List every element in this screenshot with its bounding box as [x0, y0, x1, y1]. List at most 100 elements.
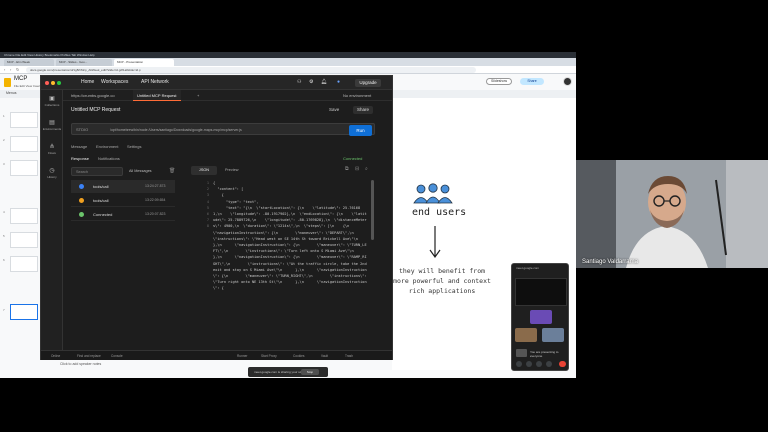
url-field[interactable]: docs.google.com/presentation/d/1g8rhMcp_… — [26, 67, 476, 73]
workspaces-menu[interactable]: Workspaces — [101, 79, 128, 85]
command-text[interactable]: /opt/homebrew/bin/node /Users/santiago/D… — [110, 124, 330, 136]
share-button[interactable]: Share — [353, 106, 373, 114]
microphone-icon[interactable] — [516, 361, 522, 367]
vault-button[interactable]: Vault — [321, 351, 328, 361]
trash-button[interactable]: Trash — [345, 351, 353, 361]
slide-number: 1 — [3, 114, 5, 118]
camera-icon[interactable] — [526, 361, 532, 367]
search-icon[interactable]: ⌕ — [365, 166, 368, 172]
slide-thumbnail[interactable] — [10, 136, 38, 152]
slide-thumbnail[interactable] — [10, 112, 38, 128]
sidebar-item-flows[interactable]: ⋔ Flows — [41, 144, 63, 155]
slide-number: 2 — [3, 138, 5, 142]
presenting-status: You are presenting to everyone — [530, 350, 559, 358]
slide-thumbnail[interactable] — [10, 232, 38, 248]
settings-icon[interactable]: ⚙ — [309, 79, 313, 85]
view-json-tab[interactable]: JSON — [191, 166, 217, 175]
run-button[interactable]: Run — [349, 125, 372, 136]
console-button[interactable]: Console — [111, 351, 123, 361]
request-title[interactable]: Untitled MCP Request — [71, 107, 120, 113]
sidebar-item-label: Environments — [42, 127, 62, 131]
invite-icon[interactable]: ⚇ — [297, 79, 301, 85]
transport-selector[interactable]: STDIO — [76, 124, 88, 136]
search-input[interactable]: Search — [71, 167, 123, 176]
slides-logo-icon[interactable] — [4, 78, 11, 87]
online-status[interactable]: Online — [51, 351, 60, 361]
screen-share-text: meet.google.com is sharing your screen — [254, 370, 308, 374]
copy-icon[interactable]: ⧉ — [345, 166, 349, 172]
tab-response[interactable]: Response — [71, 156, 89, 161]
list-item[interactable]: Connected 13:20:07.823 — [71, 208, 175, 221]
home-link[interactable]: Home — [81, 79, 94, 85]
cookies-button[interactable]: Cookies — [293, 351, 305, 361]
environment-selector[interactable]: No environment — [339, 90, 375, 101]
find-replace-button[interactable]: Find and replace — [77, 351, 101, 361]
forward-icon[interactable]: › — [10, 68, 14, 72]
participant-tile[interactable] — [515, 328, 537, 342]
end-users-label: end users — [412, 207, 467, 218]
meet-mini-window: meet.google.com You are presenting to ev… — [511, 263, 569, 371]
flows-icon: ⋔ — [49, 144, 55, 150]
slide-number: 4 — [3, 210, 5, 214]
back-icon[interactable]: ‹ — [4, 68, 8, 72]
notifications-icon[interactable]: 🔔︎ — [321, 79, 327, 85]
request-tabs: https://crumbs.google.co Untitled MCP Re… — [63, 90, 392, 101]
connection-status: Connected — [343, 156, 363, 161]
slideshow-button[interactable]: Slideshow — [486, 78, 512, 85]
slide-thumbnail[interactable] — [10, 256, 38, 272]
close-window-icon[interactable] — [45, 81, 49, 85]
menus-button[interactable]: Menus — [6, 91, 17, 95]
scrollbar[interactable] — [371, 180, 374, 240]
more-options-icon[interactable] — [546, 361, 552, 367]
slide-thumbnail[interactable] — [10, 208, 38, 224]
view-preview-tab[interactable]: Preview — [225, 166, 239, 175]
filter-icon[interactable]: ⊟ — [355, 166, 359, 172]
outgoing-message-icon — [79, 184, 84, 189]
document-title[interactable]: MCP — [14, 76, 27, 82]
request-tab-active[interactable]: Untitled MCP Request — [133, 90, 181, 101]
message-name: Connected — [93, 212, 113, 217]
slide-thumbnail[interactable] — [10, 160, 38, 176]
participant-tile[interactable] — [542, 328, 564, 342]
start-proxy-button[interactable]: Start Proxy — [261, 351, 277, 361]
list-item[interactable]: tools/call 13:22:09.654 — [71, 194, 175, 207]
slide-thumbnail-active[interactable] — [10, 304, 38, 320]
new-tab-icon[interactable]: + — [193, 90, 203, 101]
command-input[interactable]: STDIO /opt/homebrew/bin/node /Users/sant… — [71, 123, 375, 135]
trash-icon[interactable]: 🗑︎ — [169, 167, 175, 176]
tab-environment[interactable]: Environment — [96, 144, 118, 149]
message-filter-select[interactable]: All Messages — [129, 167, 152, 176]
save-button[interactable]: Save — [329, 107, 339, 112]
response-json[interactable]: { "content": [ { "type": "text", "text":… — [213, 180, 367, 348]
upgrade-button[interactable]: Upgrade — [355, 79, 381, 87]
sidebar-item-history[interactable]: ◷ History — [41, 168, 63, 179]
runner-button[interactable]: Runner — [237, 351, 247, 361]
slide-number: 3 — [3, 162, 5, 166]
participant-tile[interactable] — [530, 310, 552, 324]
list-item[interactable]: tools/call 13:24:27.873 — [71, 180, 175, 193]
minimize-window-icon[interactable] — [51, 81, 55, 85]
sidebar-item-environments[interactable]: ▤ Environments — [41, 120, 63, 131]
postman-sidebar: ▣ Collections ▤ Environments ⋔ Flows ◷ H… — [41, 90, 63, 360]
stop-sharing-button[interactable]: Stop — [301, 369, 319, 375]
speaker-notes-placeholder: Click to add speaker notes — [60, 362, 102, 366]
profile-icon[interactable]: ● — [337, 79, 340, 85]
browser-tab[interactable]: MCP - Slides - Goo... — [56, 59, 112, 66]
share-button[interactable]: Share — [520, 78, 544, 85]
present-icon[interactable] — [536, 361, 542, 367]
avatar[interactable] — [563, 77, 572, 86]
api-network-menu[interactable]: API Network — [141, 79, 169, 85]
browser-tab[interactable]: MCP - Elm Week — [4, 59, 54, 66]
sidebar-item-collections[interactable]: ▣ Collections — [41, 96, 63, 107]
sidebar-item-label: History — [47, 175, 57, 179]
users-group-icon — [413, 183, 453, 204]
request-tab[interactable]: https://crumbs.google.co — [67, 90, 119, 101]
tab-settings[interactable]: Settings — [127, 144, 141, 149]
end-call-icon[interactable] — [559, 361, 566, 367]
presenter-name: Santiago Valdarrama — [582, 259, 638, 265]
reload-icon[interactable]: ↻ — [16, 68, 20, 72]
tab-message[interactable]: Message — [71, 144, 87, 149]
tab-notifications[interactable]: Notifications — [98, 156, 120, 161]
browser-tab-active[interactable]: MCP - Presentation — [114, 59, 174, 66]
maximize-window-icon[interactable] — [57, 81, 61, 85]
